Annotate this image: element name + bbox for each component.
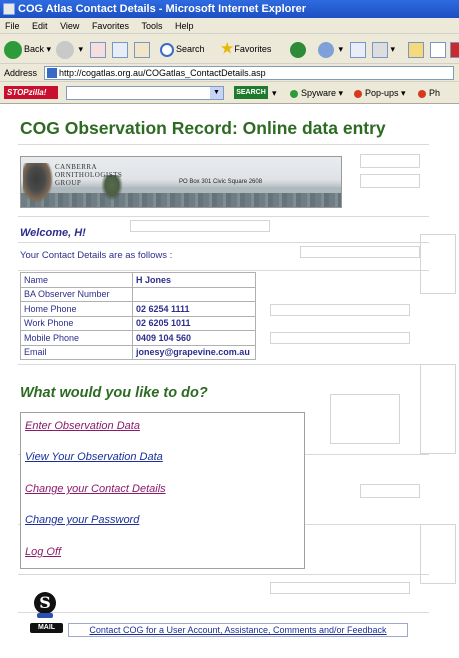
contact-value: [132, 286, 256, 302]
address-input[interactable]: http://cogatlas.org.au/COGatlas_ContactD…: [44, 66, 454, 80]
phishing-icon: [418, 89, 426, 98]
contact-label: Work Phone: [20, 315, 133, 331]
print-button[interactable]: ▾: [372, 39, 395, 59]
menu-help[interactable]: Help: [170, 18, 199, 34]
stop-icon: [90, 41, 106, 58]
contact-label: Name: [20, 272, 133, 288]
popups-button[interactable]: Pop-ups ▾: [354, 86, 406, 100]
contact-label: BA Observer Number: [20, 286, 133, 302]
welcome-heading: Welcome, H!: [20, 227, 86, 239]
contact-details-table: Name H Jones BA Observer Number Home Phone 0…: [20, 272, 256, 360]
contact-value: 02 6254 1111: [132, 301, 256, 317]
contact-row: Name H Jones: [20, 272, 256, 288]
media-button[interactable]: [290, 39, 308, 59]
page-title: COG Observation Record: Online data entr…: [20, 118, 386, 138]
contact-value: 0409 104 560: [132, 330, 256, 346]
menu-bar: File Edit View Favorites Tools Help: [0, 18, 459, 34]
history-icon: [318, 41, 334, 58]
contact-cog-link[interactable]: Contact COG for a User Account, Assistan…: [68, 623, 408, 637]
contact-row: Email jonesy@grapevine.com.au: [20, 344, 256, 360]
standard-toolbar: Back ▾ ▾ Search ★Favorites ▾ ▾: [0, 34, 459, 64]
messenger-icon: [450, 41, 459, 58]
stopzilla-search-combo[interactable]: ▼: [66, 86, 224, 100]
menu-tools[interactable]: Tools: [136, 18, 167, 34]
forward-button[interactable]: ▾: [56, 39, 83, 59]
page-icon: [47, 68, 57, 78]
log-off-link[interactable]: Log Off: [25, 546, 61, 558]
home-button[interactable]: [134, 39, 150, 59]
contact-label: Email: [20, 344, 133, 360]
back-arrow-icon: [4, 40, 22, 59]
stop-button[interactable]: [90, 39, 106, 59]
page-content: COG Observation Record: Online data entr…: [0, 104, 459, 658]
menu-edit[interactable]: Edit: [27, 18, 53, 34]
chevron-down-icon[interactable]: ▼: [210, 87, 223, 99]
address-url: http://cogatlas.org.au/COGatlas_ContactD…: [59, 68, 266, 78]
address-bar: Address http://cogatlas.org.au/COGatlas_…: [0, 64, 459, 82]
change-password-link[interactable]: Change your Password: [25, 514, 139, 526]
contact-row: Work Phone 02 6205 1011: [20, 315, 256, 331]
menu-view[interactable]: View: [55, 18, 84, 34]
contact-value: 02 6205 1011: [132, 315, 256, 331]
discuss-icon: [430, 41, 446, 58]
ie-icon: [3, 3, 15, 15]
contact-value: H Jones: [132, 272, 256, 288]
phishing-button[interactable]: Ph: [418, 86, 440, 100]
search-button[interactable]: Search: [160, 39, 205, 59]
contact-intro-text: Your Contact Details are as follows :: [20, 250, 173, 261]
po-box-text: PO Box 301 Civic Square 2608: [179, 179, 263, 185]
popups-icon: [354, 89, 362, 98]
contact-row: Home Phone 02 6254 1111: [20, 301, 256, 317]
history-button[interactable]: ▾: [318, 39, 343, 59]
contact-value: jonesy@grapevine.com.au: [132, 344, 256, 360]
view-observation-data-link[interactable]: View Your Observation Data: [25, 451, 163, 463]
mail-icon: [350, 41, 366, 58]
search-icon: [160, 42, 174, 57]
discuss-button[interactable]: [430, 39, 446, 59]
action-menu-panel: Enter Observation Data View Your Observa…: [20, 412, 305, 569]
star-icon: ★: [220, 40, 235, 58]
stopzilla-logo[interactable]: STOPzilla!: [4, 86, 58, 99]
contact-row: BA Observer Number: [20, 286, 256, 302]
favorites-button[interactable]: ★Favorites: [220, 39, 271, 59]
mail-button[interactable]: [350, 39, 366, 59]
email-s-icon: S: [34, 592, 56, 620]
action-question-heading: What would you like to do?: [20, 385, 208, 401]
media-icon: [290, 41, 306, 58]
spyware-icon: [290, 89, 298, 98]
stopzilla-search-button[interactable]: SEARCH: [234, 86, 268, 99]
org-name: CANBERRA ORNITHOLOGISTS GROUP: [55, 163, 123, 187]
refresh-button[interactable]: [112, 39, 128, 59]
search-options-dropdown[interactable]: ▾: [272, 86, 277, 100]
menu-file[interactable]: File: [0, 18, 25, 34]
menu-favorites[interactable]: Favorites: [87, 18, 134, 34]
enter-observation-data-link[interactable]: Enter Observation Data: [25, 420, 140, 432]
contact-label: Mobile Phone: [20, 330, 133, 346]
address-label: Address: [4, 68, 38, 78]
folder-icon: [408, 41, 424, 58]
edit-button[interactable]: [408, 39, 424, 59]
print-icon: [372, 41, 388, 58]
bird-icon: [23, 163, 53, 203]
refresh-icon: [112, 41, 128, 58]
window-title-bar[interactable]: COG Atlas Contact Details - Microsoft In…: [0, 0, 459, 18]
contact-row: Mobile Phone 0409 104 560: [20, 330, 256, 346]
forward-arrow-icon: [56, 40, 74, 59]
mail-icon-badge: MAIL: [30, 623, 63, 633]
home-icon: [134, 41, 150, 58]
contact-label: Home Phone: [20, 301, 133, 317]
window-title: COG Atlas Contact Details - Microsoft In…: [18, 3, 307, 15]
spyware-button[interactable]: Spyware ▾: [290, 86, 343, 100]
addon-toolbar: STOPzilla! ▼ SEARCH ▾ Spyware ▾ Pop-ups …: [0, 82, 459, 104]
messenger-button[interactable]: [450, 39, 459, 59]
change-contact-details-link[interactable]: Change your Contact Details: [25, 483, 166, 495]
back-button[interactable]: Back ▾: [4, 39, 51, 59]
cog-banner-image: CANBERRA ORNITHOLOGISTS GROUP PO Box 301…: [20, 156, 342, 208]
